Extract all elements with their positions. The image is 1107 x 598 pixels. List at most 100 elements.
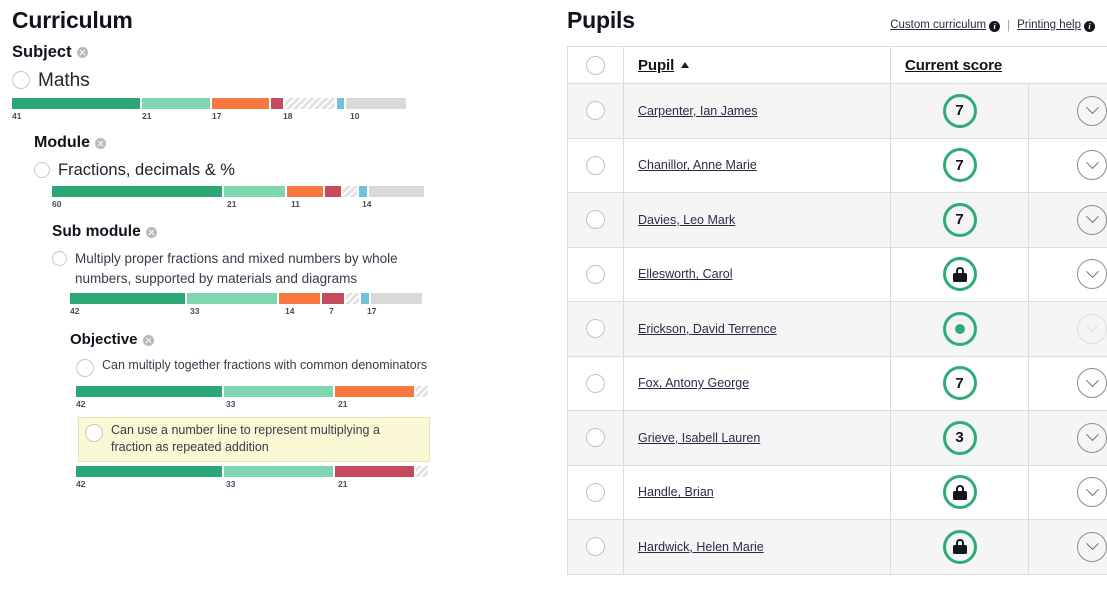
pupil-name-link[interactable]: Handle, Brian bbox=[624, 485, 890, 499]
chevron-down-icon[interactable] bbox=[1077, 259, 1107, 290]
pupil-name-link[interactable]: Carpenter, Ian James bbox=[624, 104, 890, 118]
objective-radio-1[interactable] bbox=[76, 359, 94, 377]
custom-curriculum-link-wrap[interactable]: Custom curriculum i bbox=[890, 19, 1001, 32]
select-all-radio[interactable] bbox=[586, 55, 605, 75]
pupil-name-link[interactable]: Fox, Antony George bbox=[624, 376, 890, 390]
pupil-name-cell[interactable]: Davies, Leo Mark bbox=[623, 192, 891, 248]
select-all-header[interactable] bbox=[567, 46, 624, 84]
row-select-radio[interactable] bbox=[586, 319, 605, 339]
bar-tick: 42 bbox=[70, 306, 80, 316]
pupils-header-links: Custom curriculum i | Printing help i bbox=[890, 19, 1095, 32]
expand-row-cell bbox=[1027, 301, 1107, 357]
pupil-name-cell[interactable]: Handle, Brian bbox=[623, 464, 891, 520]
printing-help-link[interactable]: Printing help bbox=[1017, 19, 1081, 31]
pupil-name-cell[interactable]: Fox, Antony George bbox=[623, 355, 891, 411]
table-row[interactable]: Ellesworth, Carol bbox=[567, 246, 1107, 302]
row-select-cell[interactable] bbox=[567, 355, 624, 411]
subject-item-maths[interactable]: Maths bbox=[12, 69, 482, 93]
pupil-name-link[interactable]: Hardwick, Helen Marie bbox=[624, 540, 890, 554]
pupil-name-cell[interactable]: Grieve, Isabell Lauren bbox=[623, 410, 891, 466]
pupil-name-cell[interactable]: Ellesworth, Carol bbox=[623, 246, 891, 302]
expand-row-cell[interactable] bbox=[1027, 410, 1107, 466]
submodule-item-multiply[interactable]: Multiply proper fractions and mixed numb… bbox=[52, 249, 412, 289]
pupils-header: Pupils Custom curriculum i | Printing hel… bbox=[567, 6, 1095, 34]
row-select-cell[interactable] bbox=[567, 246, 624, 302]
row-select-radio[interactable] bbox=[586, 264, 605, 284]
module-radio-fractions[interactable] bbox=[34, 162, 50, 178]
objective-highlight-box[interactable]: Can use a number line to represent multi… bbox=[78, 417, 430, 462]
table-row[interactable]: Grieve, Isabell Lauren 3 bbox=[567, 410, 1107, 466]
pupil-name-header[interactable]: Pupil bbox=[623, 46, 891, 84]
chevron-down-icon[interactable] bbox=[1077, 95, 1107, 126]
objective-item-2[interactable]: Can use a number line to represent multi… bbox=[85, 422, 421, 456]
bar-segment-absent bbox=[337, 98, 344, 109]
submodule-radio-multiply[interactable] bbox=[52, 251, 67, 266]
subject-radio-maths[interactable] bbox=[12, 71, 30, 89]
clear-objective-filter-icon[interactable] bbox=[142, 334, 154, 346]
pupil-name-link[interactable]: Erickson, David Terrence bbox=[624, 322, 890, 336]
objective-radio-2[interactable] bbox=[85, 424, 103, 442]
row-select-cell[interactable] bbox=[567, 519, 624, 575]
pupil-name-cell[interactable]: Chanillor, Anne Marie bbox=[623, 137, 891, 193]
pupil-column-label[interactable]: Pupil bbox=[638, 57, 674, 74]
table-row[interactable]: Chanillor, Anne Marie 7 bbox=[567, 137, 1107, 193]
pupil-name-link[interactable]: Davies, Leo Mark bbox=[624, 213, 890, 227]
pupil-name-cell[interactable]: Erickson, David Terrence bbox=[623, 301, 891, 357]
bar-segment-developing bbox=[224, 386, 334, 397]
row-select-cell[interactable] bbox=[567, 137, 624, 193]
table-row[interactable]: Hardwick, Helen Marie bbox=[567, 519, 1107, 575]
sort-ascending-icon[interactable] bbox=[681, 62, 690, 68]
expand-row-cell[interactable] bbox=[1027, 464, 1107, 520]
chevron-down-icon bbox=[1077, 313, 1107, 344]
row-select-cell[interactable] bbox=[567, 301, 624, 357]
expand-row-cell[interactable] bbox=[1027, 246, 1107, 302]
objective-item-1[interactable]: Can multiply together fractions with com… bbox=[76, 357, 482, 377]
chevron-down-icon[interactable] bbox=[1077, 422, 1107, 453]
pupil-name-link[interactable]: Grieve, Isabell Lauren bbox=[624, 431, 890, 445]
current-score-header[interactable]: Current score bbox=[889, 46, 1107, 84]
current-score-column-label[interactable]: Current score bbox=[905, 57, 1002, 74]
row-select-cell[interactable] bbox=[567, 410, 624, 466]
info-icon[interactable]: i bbox=[989, 21, 1001, 32]
row-select-cell[interactable] bbox=[567, 83, 624, 139]
row-select-radio[interactable] bbox=[586, 101, 605, 121]
expand-row-cell[interactable] bbox=[1027, 192, 1107, 248]
row-select-cell[interactable] bbox=[567, 192, 624, 248]
pupil-name-cell[interactable]: Hardwick, Helen Marie bbox=[623, 519, 891, 575]
current-score-cell: 7 bbox=[890, 192, 1029, 248]
chevron-down-icon[interactable] bbox=[1077, 368, 1107, 399]
row-select-radio[interactable] bbox=[586, 373, 605, 393]
table-row[interactable]: Fox, Antony George 7 bbox=[567, 355, 1107, 411]
printing-help-link-wrap[interactable]: Printing help i bbox=[1017, 19, 1095, 32]
custom-curriculum-link[interactable]: Custom curriculum bbox=[890, 19, 986, 31]
row-select-radio[interactable] bbox=[586, 210, 605, 230]
pupil-name-link[interactable]: Chanillor, Anne Marie bbox=[624, 158, 890, 172]
expand-row-cell[interactable] bbox=[1027, 355, 1107, 411]
chevron-down-icon[interactable] bbox=[1077, 204, 1107, 235]
bar-segment-absent bbox=[360, 293, 370, 304]
row-select-radio[interactable] bbox=[586, 155, 605, 175]
info-icon[interactable]: i bbox=[1084, 21, 1095, 32]
expand-row-cell[interactable] bbox=[1027, 137, 1107, 193]
table-row[interactable]: Erickson, David Terrence bbox=[567, 301, 1107, 357]
expand-row-cell[interactable] bbox=[1027, 519, 1107, 575]
table-row[interactable]: Carpenter, Ian James 7 bbox=[567, 83, 1107, 139]
chevron-down-icon[interactable] bbox=[1077, 477, 1107, 508]
clear-module-filter-icon[interactable] bbox=[95, 137, 106, 149]
table-row[interactable]: Handle, Brian bbox=[567, 464, 1107, 520]
clear-subject-filter-icon[interactable] bbox=[76, 46, 88, 58]
pupil-name-link[interactable]: Ellesworth, Carol bbox=[624, 267, 890, 281]
clear-submodule-filter-icon[interactable] bbox=[145, 226, 157, 238]
module-item-fractions[interactable]: Fractions, decimals & % bbox=[34, 160, 482, 181]
row-select-radio[interactable] bbox=[586, 537, 605, 557]
pupil-name-cell[interactable]: Carpenter, Ian James bbox=[623, 83, 891, 139]
bar-tick: 17 bbox=[212, 111, 222, 121]
expand-row-cell[interactable] bbox=[1027, 83, 1107, 139]
row-select-cell[interactable] bbox=[567, 464, 624, 520]
row-select-radio[interactable] bbox=[586, 482, 605, 502]
chevron-down-icon[interactable] bbox=[1077, 531, 1107, 562]
bar-segment-secure bbox=[52, 186, 222, 197]
table-row[interactable]: Davies, Leo Mark 7 bbox=[567, 192, 1107, 248]
chevron-down-icon[interactable] bbox=[1077, 150, 1107, 181]
row-select-radio[interactable] bbox=[586, 428, 605, 448]
